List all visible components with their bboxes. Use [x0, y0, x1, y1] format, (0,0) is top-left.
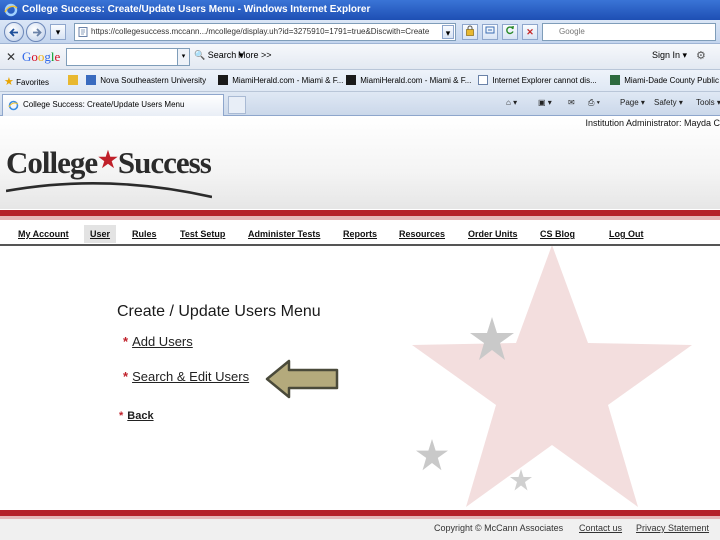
nav-log-out[interactable]: Log Out	[609, 225, 644, 243]
google-more-button[interactable]: More >>	[238, 50, 272, 60]
bullet-star: *	[119, 410, 124, 422]
nav-resources[interactable]: Resources	[399, 225, 445, 243]
refresh-button[interactable]	[502, 24, 518, 40]
site-icon	[346, 75, 356, 85]
mail-icon: ✉	[568, 98, 575, 107]
url-text: https://collegesuccess.mccann.../mcolleg…	[91, 27, 430, 36]
google-search-icon: 🔍	[194, 50, 206, 60]
nav-user[interactable]: User	[84, 225, 117, 243]
close-toolbar-icon[interactable]: ✕	[6, 50, 16, 64]
page-icon	[478, 75, 488, 85]
print-icon: ⎙	[588, 98, 595, 107]
bullet-star: *	[123, 334, 129, 349]
privacy-statement-link[interactable]: Privacy Statement	[636, 523, 709, 533]
tab-bar: College Success: Create/Update Users Men…	[0, 92, 720, 116]
window-title: College Success: Create/Update Users Men…	[22, 4, 371, 15]
back-arrow-icon	[9, 28, 18, 37]
wrench-icon[interactable]: ⚙	[696, 49, 706, 62]
nav-rules[interactable]: Rules	[132, 225, 157, 243]
favorite-item[interactable]: MiamiHerald.com - Miami & F...	[218, 75, 343, 85]
pointer-arrow-icon	[265, 359, 339, 399]
google-logo: Google	[22, 49, 61, 64]
college-success-logo: College★Success	[6, 145, 212, 180]
favorite-item[interactable]: Miami-Dade County Public S...	[610, 75, 720, 85]
bullet-star: *	[123, 369, 129, 384]
site-icon	[610, 75, 620, 85]
favorite-item[interactable]: MiamiHerald.com - Miami & F...	[346, 75, 471, 85]
site-icon	[86, 75, 96, 85]
main-nav: My Account User Rules Test Setup Adminis…	[0, 222, 720, 244]
logo-swoosh	[6, 182, 212, 199]
live-search-field[interactable]: Google	[542, 23, 716, 41]
google-search-dropdown[interactable]: ▾	[178, 48, 190, 66]
compatibility-icon	[485, 26, 495, 34]
nav-my-account[interactable]: My Account	[18, 225, 69, 243]
refresh-icon	[506, 26, 514, 35]
add-favorite-icon	[68, 75, 78, 85]
compatibility-button[interactable]	[482, 24, 498, 40]
search-placeholder: Google	[559, 27, 585, 36]
url-field[interactable]: https://collegesuccess.mccann.../mcolleg…	[74, 23, 456, 41]
logo-star-icon: ★	[98, 147, 118, 172]
forward-arrow-icon	[33, 28, 42, 37]
add-users-link[interactable]: * Add Users	[123, 334, 193, 349]
favorites-bar: ★ Favorites Nova Southeastern University…	[0, 70, 720, 92]
nav-test-setup[interactable]: Test Setup	[180, 225, 225, 243]
print-button[interactable]: ⎙ ▾	[588, 98, 600, 108]
safety-menu[interactable]: Safety ▾	[654, 98, 683, 107]
nav-order-units[interactable]: Order Units	[468, 225, 518, 243]
page-icon	[78, 27, 88, 37]
background-small-star-icon	[470, 317, 514, 360]
mail-button[interactable]: ✉	[568, 98, 575, 107]
background-small-star-icon	[510, 469, 532, 491]
contact-us-link[interactable]: Contact us	[579, 523, 622, 533]
page-menu[interactable]: Page ▾	[620, 98, 645, 107]
ie-page-icon	[8, 100, 19, 111]
lock-button[interactable]	[462, 24, 478, 40]
tab-current[interactable]: College Success: Create/Update Users Men…	[2, 94, 224, 116]
site-icon	[218, 75, 228, 85]
page-title: Create / Update Users Menu	[117, 303, 321, 320]
back-button[interactable]	[4, 22, 24, 42]
nav-cs-blog[interactable]: CS Blog	[540, 225, 575, 243]
google-search-input[interactable]	[66, 48, 178, 66]
favorites-add-button[interactable]	[68, 75, 80, 85]
tools-menu[interactable]: Tools ▾	[696, 98, 720, 107]
home-icon: ⌂	[506, 98, 511, 107]
new-tab-button[interactable]	[228, 96, 246, 114]
address-bar: ▾ https://collegesuccess.mccann.../mcoll…	[0, 20, 720, 44]
history-dropdown[interactable]: ▾	[50, 24, 66, 40]
favorite-item[interactable]: Nova Southeastern University	[86, 75, 206, 85]
search-edit-users-link[interactable]: * Search & Edit Users	[123, 369, 249, 384]
copyright-text: Copyright © McCann Associates	[434, 523, 564, 533]
home-button[interactable]: ⌂ ▾	[506, 98, 517, 107]
star-icon: ★	[4, 76, 14, 88]
nav-administer-tests[interactable]: Administer Tests	[248, 225, 320, 243]
forward-button[interactable]	[26, 22, 46, 42]
url-dropdown[interactable]: ▾	[442, 25, 454, 39]
page-content: Institution Administrator: Mayda C Colle…	[0, 117, 720, 540]
stop-button[interactable]: ✕	[522, 24, 538, 40]
google-signin-button[interactable]: Sign In ▾	[652, 50, 687, 61]
background-star-icon	[412, 245, 692, 507]
nav-reports[interactable]: Reports	[343, 225, 377, 243]
back-link[interactable]: * Back	[119, 410, 154, 422]
background-small-star-icon	[416, 439, 448, 471]
institution-admin-label: Institution Administrator: Mayda C	[585, 118, 720, 128]
stop-icon: ✕	[526, 27, 534, 37]
feeds-button[interactable]: ▣ ▾	[538, 98, 552, 107]
favorites-button[interactable]: ★ Favorites	[4, 75, 49, 88]
window-title-bar: College Success: Create/Update Users Men…	[0, 0, 720, 20]
google-toolbar: ✕ Google ▾ 🔍 Search ▾ More >> Sign In ▾ …	[0, 44, 720, 70]
ie-logo-icon	[4, 3, 18, 17]
nav-divider	[0, 244, 720, 246]
favorite-item[interactable]: Internet Explorer cannot dis...	[478, 75, 597, 85]
footer: Copyright © McCann Associates Contact us…	[0, 519, 720, 540]
lock-icon	[466, 25, 474, 36]
google-search-button[interactable]: 🔍 Search ▾	[194, 50, 243, 61]
header-red-bar-shadow	[0, 216, 720, 220]
feed-icon: ▣	[538, 98, 546, 107]
